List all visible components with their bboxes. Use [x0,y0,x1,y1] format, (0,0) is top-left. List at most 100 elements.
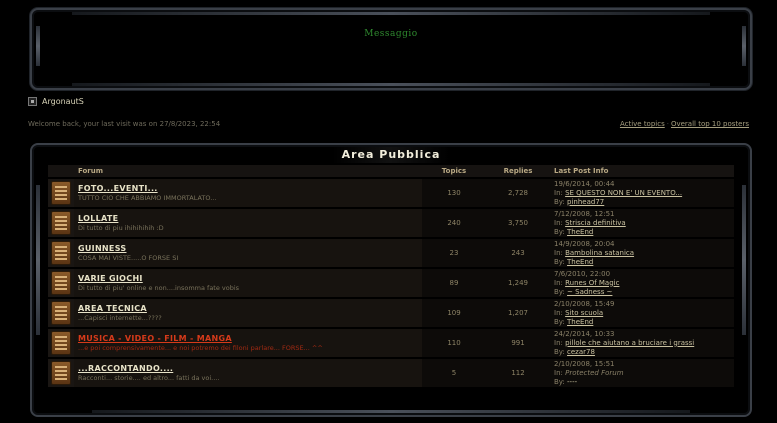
forum-title-link[interactable]: LOLLATE [78,214,418,223]
username[interactable]: ArgonautS [42,97,84,106]
forum-cell: GUINNESS COSA MAI VISTE.....O FORSE SI [74,239,422,267]
forum-cell: LOLLATE Di tutto di piu ihihihihih :D [74,209,422,237]
header-last-post: Last Post Info [550,165,734,177]
forum-cell: MUSICA - VIDEO - FILM - MANGA ...e poi c… [74,329,422,357]
in-label: In: [554,278,563,287]
message-title: Messaggio [364,29,418,39]
forum-description: COSA MAI VISTE.....O FORSE SI [78,254,179,262]
last-post-topic-link[interactable]: Sito scuola [565,309,603,317]
last-post-info: 2/10/2008, 15:49 In: Sito scuola By: The… [550,299,734,327]
forum-title-link[interactable]: AREA TECNICA [78,304,418,313]
message-box: Messaggio [30,8,752,90]
last-post-author-link[interactable]: TheEnd [567,228,593,236]
link-separator: · [666,120,669,128]
by-label: By: [554,377,565,386]
frame-right-bar [742,185,746,335]
table-header: Forum Topics Replies Last Post Info [48,165,734,177]
top-posters-link[interactable]: Overall top 10 posters [671,120,749,128]
frame-left-bar [36,185,40,335]
topics-count: 130 [422,179,486,207]
last-post-by: By: TheEnd [554,318,730,327]
forum-description: Di tutto di piu' online e non....insomma… [78,284,240,292]
last-post-in: In: Runes Of Magic [554,279,730,288]
last-post-topic-link[interactable]: Runes Of Magic [565,279,619,287]
forum-cell: ...RACCONTANDO.... Racconti... storie...… [74,359,422,387]
forum-icon-cell [48,239,74,267]
forum-icon-cell [48,269,74,297]
last-post-author-link[interactable]: TheEnd [567,318,593,326]
top-links: Active topics · Overall top 10 posters [620,120,749,128]
forum-title-link[interactable]: FOTO...EVENTI... [78,184,418,193]
active-topics-link[interactable]: Active topics [620,120,665,128]
last-post-author-link[interactable]: cezar78 [567,348,595,356]
last-post-in: In: Striscia definitiva [554,219,730,228]
header-replies: Replies [486,165,550,177]
forum-row: VARIE GIOCHI Di tutto di piu' online e n… [48,269,734,297]
forum-icon-cell [48,329,74,357]
last-post-author-link[interactable]: TheEnd [567,258,593,266]
last-post-in: In: SE QUESTO NON E' UN EVENTO... [554,189,730,198]
forum-section: Area Pubblica Forum Topics Replies Last … [30,143,752,417]
forum-icon-cell [48,299,74,327]
last-post-topic-link[interactable]: Striscia definitiva [565,219,626,227]
frame-top-cap [72,12,710,15]
last-post-by: By: TheEnd [554,258,730,267]
forum-row: ...RACCONTANDO.... Racconti... storie...… [48,359,734,387]
last-post-date: 7/12/2008, 12:51 [554,209,615,218]
last-post-author-link[interactable]: ~ Sadness ~ [567,288,612,296]
forum-folder-icon [51,211,71,235]
last-post-date: 2/10/2008, 15:51 [554,359,615,368]
last-post-in: In: Protected Forum [554,369,730,378]
last-post-info: 2/10/2008, 15:51 In: Protected Forum By:… [550,359,734,387]
forum-description: ...Capisci internette...???? [78,314,162,322]
in-label: In: [554,308,563,317]
replies-count: 3,750 [486,209,550,237]
last-post-topic-protected: Protected Forum [565,368,624,377]
last-post-topic-link[interactable]: Bambolina satanica [565,249,634,257]
by-label: By: [554,197,565,206]
last-post-info: 7/12/2008, 12:51 In: Striscia definitiva… [550,209,734,237]
forum-icon-cell [48,179,74,207]
section-title: Area Pubblica [341,148,441,161]
forum-description: Racconti... storie.... ed altro... fatti… [78,374,220,382]
last-post-by: By: TheEnd [554,228,730,237]
by-label: By: [554,287,565,296]
by-label: By: [554,317,565,326]
last-post-author-link[interactable]: ---- [567,378,577,386]
header-topics: Topics [422,165,486,177]
by-label: By: [554,227,565,236]
forum-folder-icon [51,361,71,385]
in-label: In: [554,188,563,197]
forum-title-link[interactable]: ...RACCONTANDO.... [78,364,418,373]
last-post-topic-link[interactable]: pillole che aiutano a bruciare i grassi [565,339,694,347]
forum-row: GUINNESS COSA MAI VISTE.....O FORSE SI 2… [48,239,734,267]
replies-count: 243 [486,239,550,267]
replies-count: 112 [486,359,550,387]
welcome-text: Welcome back, your last visit was on 27/… [28,120,221,128]
replies-count: 1,249 [486,269,550,297]
last-post-by: By: ---- [554,378,730,387]
last-post-topic-link[interactable]: SE QUESTO NON E' UN EVENTO... [565,189,682,197]
topics-count: 110 [422,329,486,357]
forum-cell: VARIE GIOCHI Di tutto di piu' online e n… [74,269,422,297]
last-post-info: 7/6/2010, 22:00 In: Runes Of Magic By: ~… [550,269,734,297]
header-forum: Forum [74,165,422,177]
replies-count: 1,207 [486,299,550,327]
forum-cell: FOTO...EVENTI... TUTTO CIO CHE ABBIAMO I… [74,179,422,207]
in-label: In: [554,248,563,257]
forum-title-link[interactable]: VARIE GIOCHI [78,274,418,283]
last-post-date: 19/6/2014, 00:44 [554,179,615,188]
forum-folder-icon [51,181,71,205]
forum-description: ...e poi comprensivamente... e noi potre… [78,344,323,352]
topics-count: 23 [422,239,486,267]
last-post-date: 24/2/2014, 10:33 [554,329,615,338]
forum-row: LOLLATE Di tutto di piu ihihihihih :D 24… [48,209,734,237]
frame-bottom-cap [72,83,710,86]
forum-title-link[interactable]: MUSICA - VIDEO - FILM - MANGA [78,334,418,343]
last-post-by: By: ~ Sadness ~ [554,288,730,297]
in-label: In: [554,338,563,347]
forum-title-link[interactable]: GUINNESS [78,244,418,253]
topics-count: 89 [422,269,486,297]
last-post-info: 24/2/2014, 10:33 In: pillole che aiutano… [550,329,734,357]
last-post-author-link[interactable]: pinhead77 [567,198,604,206]
